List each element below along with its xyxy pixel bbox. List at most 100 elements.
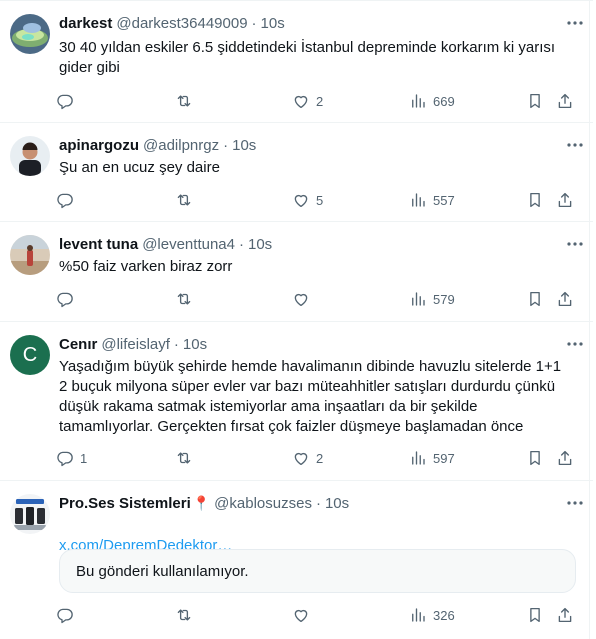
user-handle[interactable]: @leventtuna4 [142, 236, 235, 253]
like-button[interactable]: 2 [292, 90, 323, 112]
reply-button[interactable] [56, 189, 80, 211]
display-name[interactable]: Cenır [59, 336, 97, 353]
tweet-header: levent tuna @leventtuna4 · 10s [59, 233, 579, 255]
retweet-button[interactable] [175, 189, 199, 211]
display-name[interactable]: darkest [59, 15, 112, 32]
reply-icon [57, 193, 73, 209]
share-icon [558, 192, 572, 208]
timestamp[interactable]: 10s [325, 495, 349, 512]
retweet-icon [177, 194, 191, 206]
action-bar: 579 [56, 288, 581, 310]
views-button[interactable]: 597 [409, 447, 455, 469]
views-icon [412, 94, 425, 108]
like-count: 2 [316, 450, 324, 466]
reply-icon [57, 94, 73, 110]
share-icon [558, 607, 572, 623]
bookmark-button[interactable] [526, 288, 544, 310]
tweet-feed: darkest @darkest36449009 · 10s 30 40 yıl… [0, 0, 596, 639]
like-icon [294, 95, 308, 109]
retweet-icon [177, 95, 191, 107]
like-icon [294, 452, 308, 466]
like-icon [294, 293, 308, 307]
bookmark-icon [530, 192, 540, 208]
more-icon[interactable] [565, 334, 585, 354]
timestamp[interactable]: 10s [183, 336, 207, 353]
avatar[interactable] [10, 494, 50, 534]
retweet-button[interactable] [175, 90, 199, 112]
tweet-text: 30 40 yıldan eskiler 6.5 şiddetindeki İs… [59, 39, 556, 76]
tweet[interactable]: C Cenır @lifeislayf · 10s Yaşadığım büyü… [0, 321, 593, 480]
share-button[interactable] [556, 90, 574, 112]
tweet-text: %50 faiz varken biraz zorr [59, 258, 233, 275]
views-button[interactable]: 669 [409, 90, 455, 112]
retweet-button[interactable] [175, 447, 199, 469]
column-divider [589, 481, 590, 639]
retweet-button[interactable] [175, 604, 199, 626]
timestamp[interactable]: 10s [232, 137, 256, 154]
bookmark-button[interactable] [526, 604, 544, 626]
like-count: 5 [316, 192, 324, 208]
share-button[interactable] [556, 604, 574, 626]
like-count: 2 [316, 93, 324, 109]
reply-button[interactable] [56, 604, 80, 626]
action-bar: 326 [56, 604, 581, 626]
avatar[interactable]: C [10, 335, 50, 375]
separator-dot: · [223, 136, 229, 154]
view-count: 557 [433, 192, 455, 208]
tweet[interactable]: Pro.Ses Sistemleri 📍 @kablosuzses · 10s … [0, 480, 593, 639]
more-icon[interactable] [565, 234, 585, 254]
tweet[interactable]: levent tuna @leventtuna4 · 10s %50 faiz … [0, 221, 593, 321]
view-count: 326 [433, 607, 455, 623]
share-button[interactable] [556, 189, 574, 211]
view-count: 579 [433, 291, 455, 307]
bookmark-icon [530, 607, 540, 623]
tweet-header: Cenır @lifeislayf · 10s [59, 333, 579, 355]
avatar-image [10, 494, 50, 534]
user-handle[interactable]: @lifeislayf [101, 336, 170, 353]
bookmark-button[interactable] [526, 447, 544, 469]
views-button[interactable]: 326 [409, 604, 455, 626]
retweet-button[interactable] [175, 288, 199, 310]
display-name[interactable]: apinargozu [59, 137, 139, 154]
share-button[interactable] [556, 288, 574, 310]
views-button[interactable]: 557 [409, 189, 455, 211]
user-handle[interactable]: @adilpnrgz [143, 137, 219, 154]
more-icon[interactable] [565, 13, 585, 33]
avatar-letter: C [22, 343, 38, 366]
column-divider [589, 322, 590, 480]
views-button[interactable]: 579 [409, 288, 455, 310]
like-icon [294, 609, 308, 623]
bookmark-button[interactable] [526, 189, 544, 211]
display-name[interactable]: Pro.Ses Sistemleri [59, 495, 191, 512]
more-icon[interactable] [565, 135, 585, 155]
share-button[interactable] [556, 447, 574, 469]
display-name[interactable]: levent tuna [59, 236, 138, 253]
reply-button[interactable]: 1 [56, 447, 87, 469]
timestamp[interactable]: 10s [248, 236, 272, 253]
tweet-header: Pro.Ses Sistemleri 📍 @kablosuzses · 10s [59, 492, 579, 514]
separator-dot: · [173, 335, 179, 353]
like-button[interactable] [292, 288, 316, 310]
like-button[interactable]: 5 [292, 189, 323, 211]
avatar[interactable] [10, 14, 50, 54]
user-handle[interactable]: @kablosuzses [214, 495, 312, 512]
avatar[interactable] [10, 136, 50, 176]
tweet-text: Yaşadığım büyük şehirde hemde havalimanı… [59, 358, 562, 435]
retweet-icon [177, 452, 191, 464]
tweet[interactable]: darkest @darkest36449009 · 10s 30 40 yıl… [0, 0, 593, 122]
more-icon[interactable] [565, 493, 585, 513]
like-button[interactable]: 2 [292, 447, 323, 469]
views-icon [412, 451, 425, 465]
bookmark-button[interactable] [526, 90, 544, 112]
reply-button[interactable] [56, 90, 80, 112]
timestamp[interactable]: 10s [261, 15, 285, 32]
action-bar: 5 557 [56, 189, 581, 211]
avatar-image [10, 136, 50, 176]
like-button[interactable] [292, 604, 316, 626]
reply-button[interactable] [56, 288, 80, 310]
avatar[interactable] [10, 235, 50, 275]
separator-dot: · [315, 494, 321, 512]
tweet[interactable]: apinargozu @adilpnrgz · 10s Şu an en ucu… [0, 122, 593, 221]
reply-icon [57, 292, 73, 308]
user-handle[interactable]: @darkest36449009 [116, 15, 247, 32]
